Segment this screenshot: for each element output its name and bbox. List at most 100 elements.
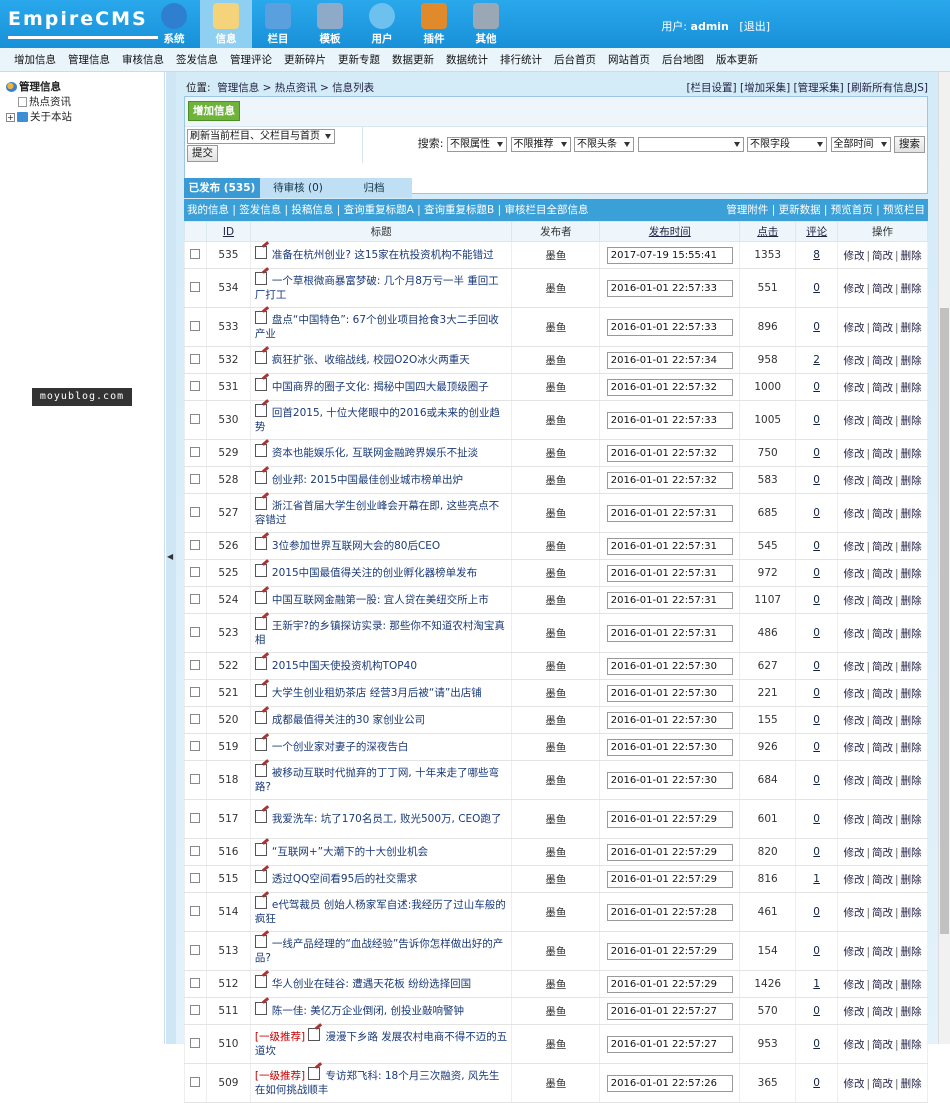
row-comments-link[interactable]: 0 <box>813 414 820 426</box>
subnav-item[interactable]: 后台首页 <box>554 48 596 71</box>
subnav-item[interactable]: 更新专题 <box>338 48 380 71</box>
edit-link[interactable]: 修改 <box>844 847 865 859</box>
edit-link[interactable]: 修改 <box>844 979 865 991</box>
row-comments-link[interactable]: 0 <box>813 660 820 672</box>
quick-edit-link[interactable]: 简改 <box>872 661 893 673</box>
delete-link[interactable]: 删除 <box>901 874 922 886</box>
row-checkbox[interactable] <box>190 473 201 484</box>
delete-link[interactable]: 删除 <box>901 907 922 919</box>
row-comments-link[interactable]: 0 <box>813 321 820 333</box>
row-comments-link[interactable]: 0 <box>813 381 820 393</box>
edit-link[interactable]: 修改 <box>844 742 865 754</box>
delete-link[interactable]: 删除 <box>901 382 922 394</box>
edit-document-icon[interactable] <box>254 617 267 630</box>
edit-document-icon[interactable] <box>254 246 267 259</box>
column-links[interactable]: [栏目设置] [增加采集] [管理采集] [刷新所有信息JS] <box>686 80 928 95</box>
quick-edit-link[interactable]: 简改 <box>872 250 893 262</box>
subnav-item[interactable]: 签发信息 <box>176 48 218 71</box>
subnav-item[interactable]: 排行统计 <box>500 48 542 71</box>
recommend-select[interactable]: 不限推荐 <box>510 136 571 152</box>
delete-link[interactable]: 删除 <box>901 979 922 991</box>
list-right-links[interactable]: 管理附件 | 更新数据 | 预览首页 | 预览栏目 <box>726 199 925 221</box>
logout-link[interactable]: [退出] <box>739 20 770 33</box>
quick-edit-link[interactable]: 简改 <box>872 568 893 580</box>
subnav-item[interactable]: 数据统计 <box>446 48 488 71</box>
row-checkbox[interactable] <box>190 626 201 637</box>
row-checkbox[interactable] <box>190 446 201 457</box>
row-comments-link[interactable]: 8 <box>813 249 820 261</box>
row-title-link[interactable]: 一线产品经理的“血战经验”告诉你怎样做出好的产品? <box>255 938 503 964</box>
row-checkbox[interactable] <box>190 1037 201 1048</box>
col-comments[interactable]: 评论 <box>795 221 839 242</box>
edit-document-icon[interactable] <box>254 843 267 856</box>
row-title-link[interactable]: 成都最值得关注的30 家创业公司 <box>272 714 425 726</box>
topnav-item[interactable]: 系统 <box>148 0 200 48</box>
empirecms-logo[interactable]: EmpireCMS <box>8 8 158 40</box>
edit-link[interactable]: 修改 <box>844 628 865 640</box>
row-time-input[interactable]: 2016-01-01 22:57:32 <box>606 378 733 396</box>
quick-edit-link[interactable]: 简改 <box>872 541 893 553</box>
delete-link[interactable]: 删除 <box>901 250 922 262</box>
row-comments-link[interactable]: 1 <box>813 873 820 885</box>
row-time-input[interactable]: 2016-01-01 22:57:29 <box>606 843 733 861</box>
row-title-link[interactable]: 资本也能娱乐化, 互联网金融跨界娱乐不扯淡 <box>272 447 478 459</box>
row-title-link[interactable]: 一个草根微商暴富梦破: 几个月8万亏一半 重回工厂打工 <box>255 275 499 301</box>
edit-link[interactable]: 修改 <box>844 1039 865 1051</box>
edit-document-icon[interactable] <box>254 497 267 510</box>
submit-button[interactable]: 提交 <box>187 145 218 162</box>
row-title-link[interactable]: 3位参加世界互联网大会的80后CEO <box>272 540 440 552</box>
field-select[interactable]: 不限字段 <box>747 136 827 152</box>
edit-link[interactable]: 修改 <box>844 568 865 580</box>
row-checkbox[interactable] <box>190 248 201 259</box>
row-comments-link[interactable]: 0 <box>813 1005 820 1017</box>
quick-edit-link[interactable]: 简改 <box>872 355 893 367</box>
quick-edit-link[interactable]: 简改 <box>872 322 893 334</box>
edit-link[interactable]: 修改 <box>844 715 865 727</box>
row-time-input[interactable]: 2016-01-01 22:57:31 <box>606 504 733 522</box>
edit-link[interactable]: 修改 <box>844 415 865 427</box>
quick-edit-link[interactable]: 简改 <box>872 382 893 394</box>
delete-link[interactable]: 删除 <box>901 355 922 367</box>
delete-link[interactable]: 删除 <box>901 661 922 673</box>
delete-link[interactable]: 删除 <box>901 946 922 958</box>
edit-link[interactable]: 修改 <box>844 1078 865 1090</box>
row-title-link[interactable]: 王新宇?的乡镇探访实录: 那些你不知道农村淘宝真相 <box>255 620 505 646</box>
row-time-input[interactable]: 2016-01-01 22:57:26 <box>606 1074 733 1092</box>
topnav-item[interactable]: 用户 <box>356 0 408 48</box>
expand-plus-icon[interactable]: + <box>6 112 15 122</box>
row-checkbox[interactable] <box>190 905 201 916</box>
breadcrumb-path[interactable]: 管理信息 > 热点资讯 > 信息列表 <box>217 82 374 94</box>
row-comments-link[interactable]: 0 <box>813 1038 820 1050</box>
row-title-link[interactable]: 回首2015, 十位大佬眼中的2016或未来的创业趋势 <box>255 407 500 433</box>
quick-edit-link[interactable]: 简改 <box>872 283 893 295</box>
topnav-item[interactable]: 插件 <box>408 0 460 48</box>
edit-link[interactable]: 修改 <box>844 322 865 334</box>
row-time-input[interactable]: 2016-01-01 22:57:33 <box>606 411 733 429</box>
row-comments-link[interactable]: 0 <box>813 474 820 486</box>
delete-link[interactable]: 删除 <box>901 775 922 787</box>
quick-edit-link[interactable]: 简改 <box>872 1039 893 1051</box>
row-title-link[interactable]: e代驾裁员 创始人杨家军自述:我经历了过山车般的疯狂 <box>255 899 506 925</box>
delete-link[interactable]: 删除 <box>901 322 922 334</box>
edit-link[interactable]: 修改 <box>844 541 865 553</box>
row-checkbox[interactable] <box>190 740 201 751</box>
row-comments-link[interactable]: 0 <box>813 282 820 294</box>
row-title-link[interactable]: 我爱洗车: 坑了170名员工, 败光500万, CEO跑了 <box>272 813 502 825</box>
edit-document-icon[interactable] <box>254 684 267 697</box>
row-comments-link[interactable]: 0 <box>813 507 820 519</box>
row-comments-link[interactable]: 2 <box>813 354 820 366</box>
row-checkbox[interactable] <box>190 713 201 724</box>
edit-link[interactable]: 修改 <box>844 775 865 787</box>
row-title-link[interactable]: 浙江省首届大学生创业峰会开幕在即, 这些亮点不容错过 <box>255 500 499 526</box>
row-time-input[interactable]: 2016-01-01 22:57:27 <box>606 1002 733 1020</box>
row-checkbox[interactable] <box>190 566 201 577</box>
list-left-links[interactable]: 我的信息 | 签发信息 | 投稿信息 | 查询重复标题A | 查询重复标题B |… <box>187 204 588 216</box>
edit-link[interactable]: 修改 <box>844 448 865 460</box>
keyword-input[interactable] <box>637 136 744 152</box>
row-comments-link[interactable]: 0 <box>813 714 820 726</box>
sidebar-splitter[interactable]: ◀ <box>166 72 176 1044</box>
quick-edit-link[interactable]: 简改 <box>872 448 893 460</box>
row-time-input[interactable]: 2016-01-01 22:57:29 <box>606 870 733 888</box>
collapse-arrow-icon[interactable]: ◀ <box>167 552 173 561</box>
edit-document-icon[interactable] <box>254 810 267 823</box>
